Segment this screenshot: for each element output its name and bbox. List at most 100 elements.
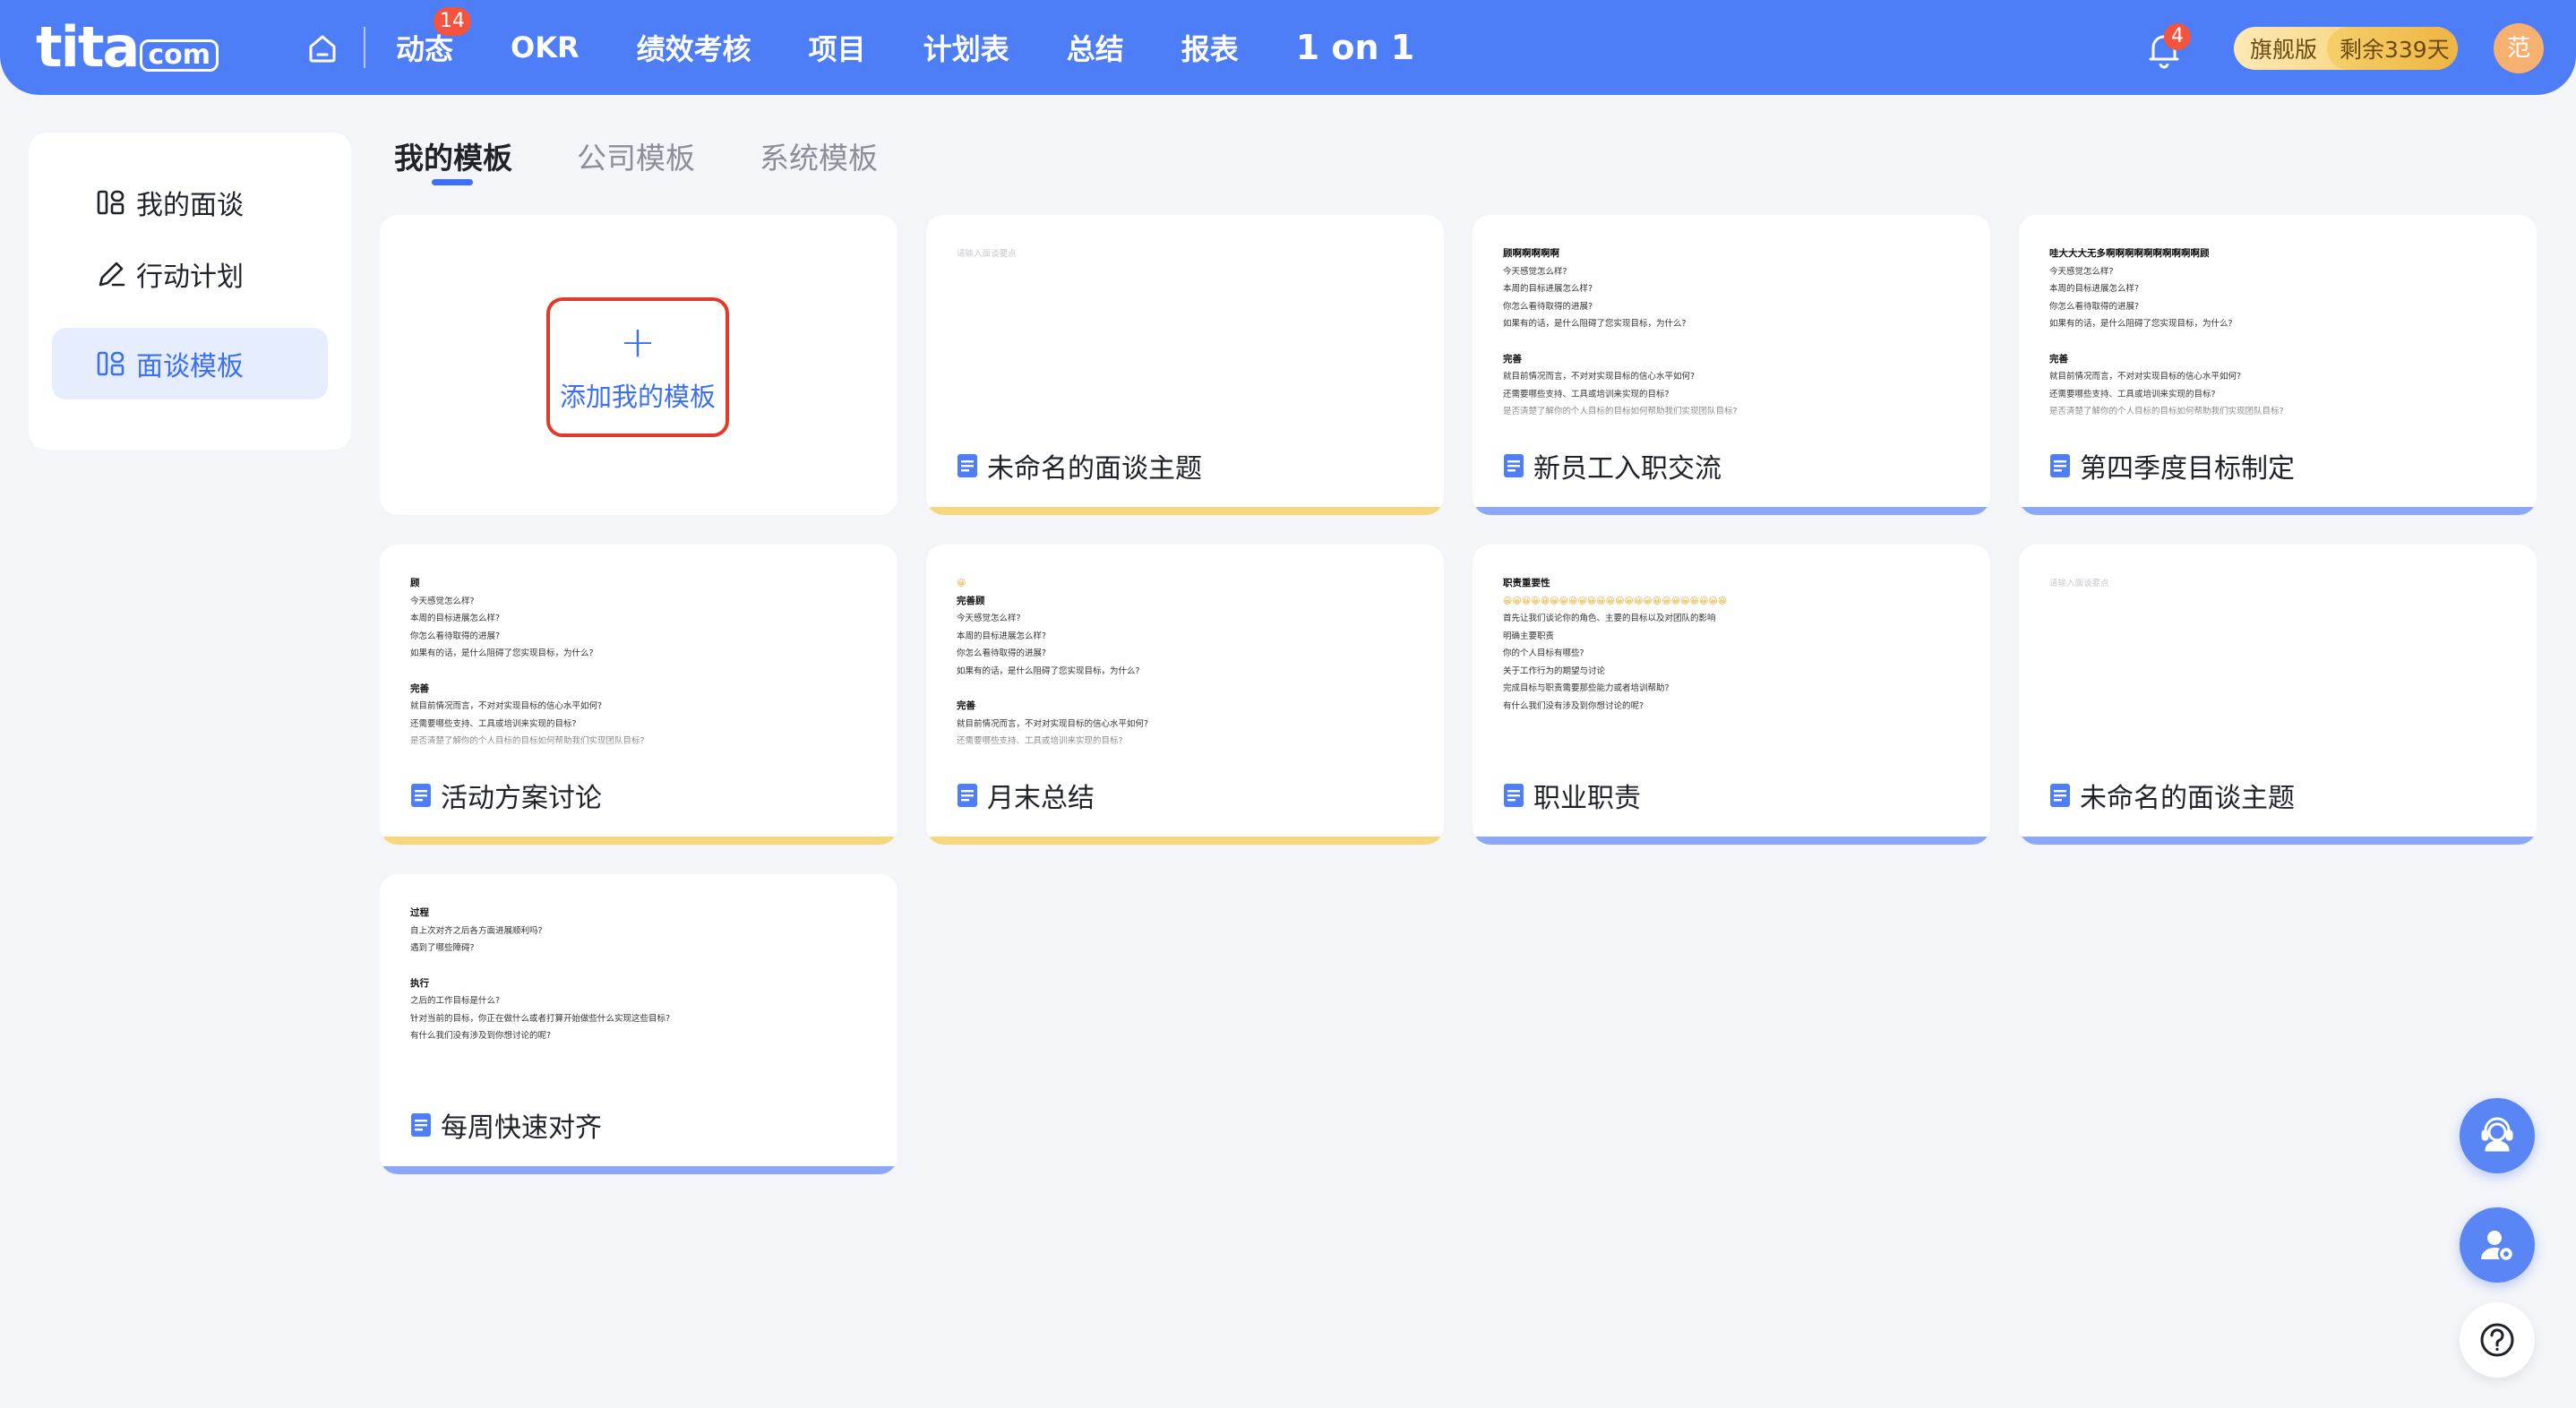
preview-line: 就目前情况而言，不对对实现目标的信心水平如何? [2049,372,2242,382]
preview-line: 你的个人目标有哪些? [1503,648,1584,658]
home-icon[interactable] [306,32,339,64]
preview-line: 完成目标与职责需要那些能力或者培训帮助? [1503,683,1670,693]
user-avatar[interactable]: 范 [2494,23,2544,73]
preview-line: 之后的工作目标是什么? [410,996,501,1006]
preview-spacer [410,663,867,681]
preview-heading: 哇大大大无多啊啊啊啊啊啊啊啊啊啊顾 [2049,248,2210,259]
plus-icon: + [619,317,657,367]
pen-icon [99,262,125,287]
help-button[interactable] [2460,1302,2535,1378]
template-card[interactable]: 😀 完善顾 今天感觉怎么样? 本周的目标进展怎么样? 你怎么看待取得的进展? 如果有的话，… [926,545,1444,845]
preview-line: 首先让我们谈论你的角色、主要的目标以及对团队的影响 [1503,614,1716,623]
preview-heading: 顾 [410,578,420,588]
template-card[interactable]: 顾啊啊啊啊啊 今天感觉怎么样? 本周的目标进展怎么样? 你怎么看待取得的进展? 如果有的… [1473,215,1990,515]
preview-placeholder: 请输入面谈要点 [2049,579,2109,588]
preview-line: 遇到了哪些障碍? [410,943,475,953]
tab-company-templates[interactable]: 公司模板 [577,134,695,188]
preview-line: 针对当前的目标，你正在做什么或者打算开始做些什么实现这些目标? [410,1013,671,1024]
template-status-stripe [2019,507,2537,515]
nav-item-one-on-one[interactable]: 1 on 1 [1296,28,1415,67]
add-template-card[interactable]: + 添加我的模板 [380,215,897,515]
plan-status-pill[interactable]: 旗舰版 剩余339天 [2234,27,2458,70]
template-status-stripe [2019,837,2537,845]
preview-heading: 顾啊啊啊啊啊 [1503,248,1559,259]
sidebar-item-label: 我的面谈 [136,190,244,221]
tita-logo[interactable]: tita com [36,20,219,75]
template-status-stripe [926,837,1444,845]
template-title: 活动方案讨论 [410,776,602,815]
nav-item-okr[interactable]: OKR [511,30,580,64]
template-card[interactable]: 请输入面谈要点未命名的面谈主题 [2019,545,2537,845]
template-status-stripe [926,507,1444,515]
template-status-stripe [380,1166,897,1174]
user-settings-icon [2480,1231,2515,1263]
template-card[interactable]: 职责重要性 😀😀😀😀😀😀😀😀😀😀😀😀😀😀😀😀😀😀😀😀😀😀😀😀 首先让我们谈论你的角色… [1473,545,1990,845]
tab-my-templates[interactable]: 我的模板 [394,134,512,188]
preview-heading: 完善顾 [957,595,985,606]
preview-fade [2019,394,2537,448]
preview-line: 今天感觉怎么样? [2049,266,2114,277]
nav-item-label: 动态 [396,32,454,66]
customer-service-button[interactable] [2460,1098,2535,1173]
preview-fade [380,1053,897,1107]
logo-text: tita [36,14,140,80]
preview-emoji: 😀😀😀😀😀😀😀😀😀😀😀😀😀😀😀😀😀😀😀😀😀😀😀😀 [1503,596,1728,606]
user-settings-button[interactable] [2460,1207,2535,1283]
template-title: 每周快速对齐 [410,1105,602,1145]
logo-domain: com [140,39,219,72]
sidebar-item-meeting-templates[interactable]: 面谈模板 [52,328,328,399]
template-icon [97,351,125,376]
template-tabs: 我的模板 公司模板 系统模板 [394,134,942,188]
preview-fade [1473,394,1990,448]
preview-fade [926,724,1444,777]
template-card[interactable]: 过程 自上次对齐之后各方面进展顺利吗? 遇到了哪些障碍? 执行 之后的工作目标是什么? 针… [380,874,897,1174]
document-icon [957,784,977,807]
nav-item-feed[interactable]: 动态 14 [396,7,471,68]
preview-line: 自上次对齐之后各方面进展顺利吗? [410,925,543,936]
help-icon [2480,1323,2514,1357]
template-title-text: 未命名的面谈主题 [987,453,1202,485]
preview-heading: 执行 [410,977,429,989]
nav-item-projects[interactable]: 项目 [809,27,866,68]
preview-line: 如果有的话，是什么阻碍了您实现目标，为什么? [957,665,1140,676]
preview-line: 你怎么看待取得的进展? [957,648,1047,658]
template-title-text: 新员工入职交流 [1533,453,1722,485]
template-title-text: 第四季度目标制定 [2080,453,2295,485]
template-status-stripe [380,837,897,845]
add-template-button[interactable]: + 添加我的模板 [546,297,729,437]
nav-item-performance[interactable]: 绩效考核 [637,27,751,68]
sidebar-item-action-plans[interactable]: 行动计划 [52,238,328,310]
nav-item-summary[interactable]: 总结 [1067,27,1124,68]
template-card[interactable]: 请输入面谈要点 未命名的面谈主题 [926,215,1444,515]
preview-line: 明确主要职责 [1503,631,1555,641]
tab-system-templates[interactable]: 系统模板 [760,134,878,188]
preview-heading: 完善 [957,700,975,711]
plan-remaining-days: 剩余339天 [2327,27,2458,70]
nav-item-plans[interactable]: 计划表 [923,27,1009,68]
main-nav: 动态 14 OKR 绩效考核 项目 计划表 总结 报表 1 on 1 [396,0,1472,95]
preview-line: 本周的目标进展怎么样? [2049,284,2140,294]
sidebar-item-label: 行动计划 [136,262,244,293]
template-title-text: 活动方案讨论 [441,783,602,814]
preview-heading: 完善 [1503,353,1522,365]
nav-item-reports[interactable]: 报表 [1181,27,1239,68]
preview-line: 本周的目标进展怎么样? [957,631,1047,641]
preview-line: 本周的目标进展怎么样? [410,614,501,623]
template-card[interactable]: 哇大大大无多啊啊啊啊啊啊啊啊啊啊顾 今天感觉怎么样? 本周的目标进展怎么样? 你怎么看… [2019,215,2537,515]
document-icon [957,454,977,477]
preview-emoji: 😀 [957,579,966,588]
preview-line: 本周的目标进展怎么样? [1503,284,1593,294]
template-title-text: 未命名的面谈主题 [2080,783,2295,814]
template-title-text: 职业职责 [1533,783,1641,814]
document-icon [1504,454,1524,477]
template-title: 月末总结 [957,776,1095,815]
notifications-button[interactable]: 4 [2146,23,2191,70]
template-title: 未命名的面谈主题 [2049,776,2295,815]
sidebar: 我的面谈 行动计划 面谈模板 [29,133,351,450]
preview-fade [1473,724,1990,777]
preview-line: 你怎么看待取得的进展? [1503,301,1593,312]
template-title-text: 月末总结 [987,783,1095,814]
template-card[interactable]: 顾今天感觉怎么样? 本周的目标进展怎么样? 你怎么看待取得的进展? 如果有的话，是什么… [380,545,897,845]
sidebar-item-my-meetings[interactable]: 我的面谈 [52,167,328,238]
template-title-text: 每周快速对齐 [441,1112,602,1144]
